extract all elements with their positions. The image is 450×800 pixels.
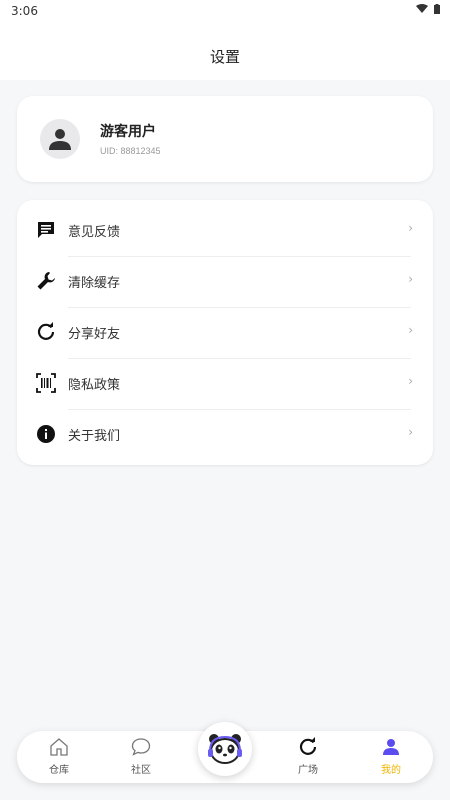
info-icon bbox=[37, 425, 55, 443]
chat-bubble-icon bbox=[131, 738, 151, 756]
page-header: 设置 bbox=[0, 22, 450, 80]
home-icon bbox=[50, 738, 68, 756]
status-bar: 3:06 bbox=[0, 0, 450, 22]
center-panda-button[interactable] bbox=[198, 722, 252, 776]
menu-item-about[interactable]: 关于我们 › bbox=[17, 409, 433, 460]
nav-label: 社区 bbox=[131, 765, 151, 776]
panda-logo-icon bbox=[208, 734, 242, 764]
page-title: 设置 bbox=[209, 48, 240, 66]
wifi-icon bbox=[416, 4, 428, 13]
battery-icon bbox=[434, 4, 440, 14]
avatar[interactable] bbox=[40, 119, 80, 159]
person-avatar-icon bbox=[49, 129, 71, 150]
nav-item-mine[interactable]: 我的 bbox=[361, 737, 421, 777]
nav-item-warehouse[interactable]: 仓库 bbox=[29, 737, 89, 777]
menu-item-privacy[interactable]: 隐私政策 › bbox=[17, 358, 433, 409]
menu-item-clear-cache[interactable]: 清除缓存 › bbox=[17, 256, 433, 307]
settings-menu: 意见反馈 › 清除缓存 › 分享好友 › 隐私政策 › 关于我们 › bbox=[17, 200, 433, 465]
barcode-icon bbox=[36, 373, 56, 393]
chevron-right-icon: › bbox=[408, 425, 413, 439]
status-time: 3:06 bbox=[11, 4, 38, 18]
refresh-icon bbox=[37, 322, 55, 340]
feedback-icon bbox=[38, 222, 54, 238]
wrench-icon bbox=[37, 272, 55, 290]
person-icon bbox=[383, 739, 399, 755]
nav-item-community[interactable]: 社区 bbox=[111, 737, 171, 777]
chevron-right-icon: › bbox=[408, 272, 413, 286]
chevron-right-icon: › bbox=[408, 374, 413, 388]
nav-label: 仓库 bbox=[49, 765, 69, 776]
nav-label: 广场 bbox=[298, 765, 318, 776]
nav-label: 我的 bbox=[381, 765, 401, 776]
menu-label: 意见反馈 bbox=[68, 225, 121, 240]
user-name: 游客用户 bbox=[100, 124, 156, 140]
chevron-right-icon: › bbox=[408, 221, 413, 235]
user-uid: UID: 88812345 bbox=[100, 146, 161, 156]
menu-label: 分享好友 bbox=[68, 327, 121, 342]
menu-item-share[interactable]: 分享好友 › bbox=[17, 307, 433, 358]
nav-item-plaza[interactable]: 广场 bbox=[278, 737, 338, 777]
menu-label: 关于我们 bbox=[68, 429, 121, 444]
menu-label: 隐私政策 bbox=[68, 378, 121, 393]
menu-label: 清除缓存 bbox=[68, 276, 121, 291]
chevron-right-icon: › bbox=[408, 323, 413, 337]
refresh-icon bbox=[299, 737, 317, 755]
menu-item-feedback[interactable]: 意见反馈 › bbox=[17, 205, 433, 256]
profile-card[interactable]: 游客用户 UID: 88812345 bbox=[17, 96, 433, 182]
status-icons bbox=[416, 4, 440, 14]
